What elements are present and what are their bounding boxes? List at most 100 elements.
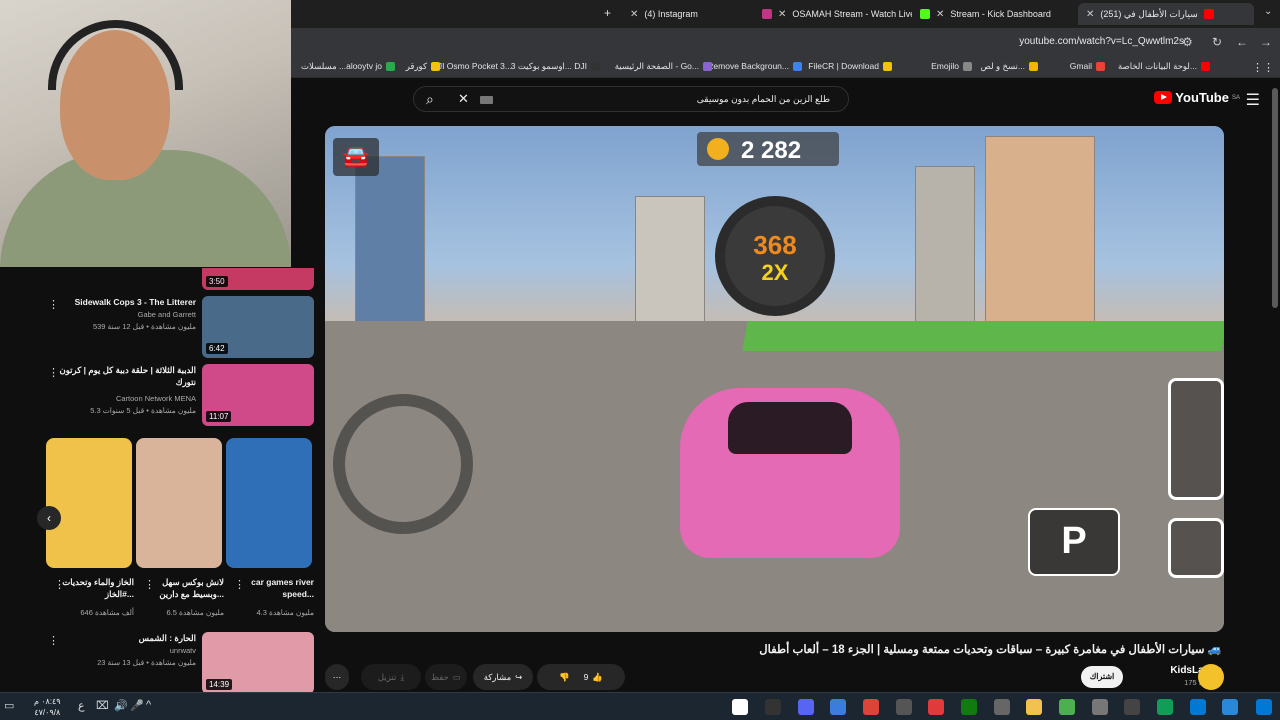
site-settings-icon[interactable]: ⚙ — [1182, 35, 1193, 49]
short-thumbnail[interactable] — [136, 438, 222, 568]
clear-search-icon[interactable]: ✕ — [458, 91, 469, 107]
discord-icon[interactable] — [798, 699, 814, 715]
app-icon[interactable] — [732, 699, 748, 715]
settings-icon[interactable] — [1124, 699, 1140, 715]
app-icon[interactable] — [896, 699, 912, 715]
building — [635, 196, 705, 336]
emoji-icon — [963, 61, 972, 71]
save-button[interactable]: حفظ ▭ — [425, 664, 467, 690]
more-options-icon[interactable]: ⋮ — [234, 578, 245, 591]
close-icon[interactable]: ✕ — [936, 9, 944, 20]
menu-icon[interactable]: ☰ — [1246, 90, 1260, 110]
tab-youtube-active[interactable]: (251) سيارات الأطفال في ✕ — [1078, 3, 1254, 25]
reload-icon[interactable]: ↻ — [1212, 35, 1222, 49]
building — [985, 136, 1095, 336]
new-tab-button[interactable]: + — [604, 6, 611, 20]
bookmark-item[interactable]: Remove Backgroun... — [707, 61, 802, 71]
edge-icon[interactable] — [1157, 699, 1173, 715]
bookmark-item[interactable]: DJI Osmo Pocket 3... — [432, 61, 512, 71]
windows-start-icon[interactable] — [1256, 699, 1272, 715]
app-icon[interactable] — [1222, 699, 1238, 715]
app-icon[interactable] — [1092, 699, 1108, 715]
bookmark-item[interactable]: الصفحة الرئيسية - Go... — [615, 61, 712, 72]
like-icon[interactable]: 👍 — [592, 672, 603, 683]
download-button[interactable]: تنزيل ⤓ — [361, 664, 421, 690]
subscribe-button[interactable]: اشتراك — [1081, 666, 1123, 688]
search-icon[interactable]: ⌕ — [426, 91, 434, 108]
xbox-icon[interactable] — [961, 699, 977, 715]
short-thumbnail[interactable] — [46, 438, 132, 568]
taskbar-clock[interactable]: ٠٨:٤٩ م ٤٧/٠٩/٨ — [34, 696, 61, 718]
video-player[interactable]: 🚘 2 282 368 2X P — [325, 126, 1224, 632]
more-options-icon[interactable]: ⋮ — [48, 298, 59, 311]
app-icon[interactable] — [1190, 699, 1206, 715]
app-icon[interactable] — [765, 699, 781, 715]
more-options-icon[interactable]: ⋮ — [144, 578, 155, 591]
shorts-prev-button[interactable]: ‹ — [37, 506, 61, 530]
scrollbar[interactable] — [1272, 88, 1278, 308]
chevron-down-icon[interactable]: ⌄ — [1264, 6, 1272, 17]
back-icon[interactable]: ← — [1236, 35, 1248, 49]
bookmark-item[interactable]: اوسمو بوكيت 3... DJI — [511, 61, 600, 72]
tab-osamah[interactable]: OSAMAH Stream - Watch Live ✕ — [762, 3, 912, 25]
shorts-shelf: car games river speed... 4.3 مليون مشاهد… — [46, 438, 316, 623]
network-icon[interactable]: ⌧ — [96, 699, 109, 712]
bookmark-item[interactable]: لوحة البيانات الخاصة... — [1118, 61, 1210, 72]
short-thumbnail[interactable] — [226, 438, 312, 568]
bookmark-icon — [431, 62, 440, 71]
tray-expand-icon[interactable]: ^ — [146, 699, 151, 711]
copy-icon — [1029, 62, 1038, 71]
forward-icon[interactable]: → — [1260, 35, 1272, 49]
search-box[interactable]: ⌕ ✕ طلع الزين من الحمام بدون موسيقى — [413, 86, 849, 112]
notification-icon[interactable]: ▭ — [4, 699, 14, 712]
bookmark-item[interactable]: Emojilo — [931, 61, 972, 71]
dji-icon — [591, 62, 600, 71]
steering-wheel-icon — [333, 394, 473, 534]
building — [355, 156, 425, 336]
tab-instagram[interactable]: ✕ (4) Instagram — [630, 3, 760, 25]
bookmark-item[interactable]: كورقر — [406, 61, 440, 72]
volume-icon[interactable]: 🔊 — [114, 699, 128, 712]
language-indicator-icon[interactable]: ع — [78, 699, 85, 712]
bookmark-item[interactable]: نسخ و لص... — [981, 61, 1038, 72]
close-icon[interactable]: ✕ — [1086, 9, 1094, 20]
parking-button: P — [1028, 508, 1120, 576]
youtube-logo[interactable]: YouTube SA — [1154, 90, 1240, 105]
chrome-icon[interactable] — [863, 699, 879, 715]
more-actions-button[interactable]: ⋯ — [325, 664, 349, 690]
app-icon[interactable] — [830, 699, 846, 715]
bookmark-icon: ▭ — [452, 671, 461, 682]
keyboard-icon[interactable] — [480, 96, 493, 104]
app-icon[interactable] — [1059, 699, 1075, 715]
remove-bg-icon — [793, 61, 802, 71]
list-item[interactable]: 11:07 الدببة الثلاثة | حلقة دببة كل يوم … — [0, 364, 320, 428]
more-options-icon[interactable]: ⋮ — [48, 634, 59, 647]
close-icon[interactable]: ✕ — [630, 9, 638, 20]
coin-counter: 2 282 — [697, 132, 839, 166]
channel-avatar[interactable] — [1198, 664, 1224, 690]
app-icon[interactable] — [928, 699, 944, 715]
search-input[interactable]: طلع الزين من الحمام بدون موسيقى — [697, 94, 830, 105]
app-icon[interactable] — [994, 699, 1010, 715]
video-thumbnail[interactable]: 3:50 — [202, 268, 314, 290]
game-grass — [742, 321, 1224, 351]
car-select-icon: 🚘 — [333, 138, 379, 176]
bookmark-item[interactable]: مسلسلات ...alooytv jo — [301, 61, 395, 72]
close-icon[interactable]: ✕ — [778, 9, 786, 20]
list-item[interactable]: 6:42 Sidewalk Cops 3 - The Litterer Gabe… — [0, 296, 320, 360]
list-item[interactable]: 14:39 الحارة : الشمس unrwatv 23 مليون مش… — [0, 632, 320, 696]
bookmark-item[interactable]: FileCR | Download — [808, 61, 892, 71]
more-options-icon[interactable]: ⋮ — [48, 366, 59, 379]
share-button[interactable]: مشاركة ↪ — [473, 664, 533, 690]
bookmark-item[interactable]: Gmail — [1070, 61, 1105, 71]
folder-icon[interactable] — [1026, 699, 1042, 715]
dislike-icon[interactable]: 👎 — [559, 672, 570, 683]
more-options-icon[interactable]: ⋮ — [54, 578, 65, 591]
bookmarks-menu-icon[interactable]: ⋮⋮ — [1252, 61, 1274, 74]
tab-kick-dashboard[interactable]: Stream - Kick Dashboard ✕ — [920, 3, 1070, 25]
coin-icon — [707, 138, 729, 160]
url-field[interactable]: youtube.com/watch?v=Lc_Qwwtlm2s — [1019, 36, 1184, 47]
youtube-play-icon — [1154, 91, 1173, 104]
share-icon: ↪ — [515, 671, 523, 682]
mic-icon[interactable]: 🎤 — [130, 699, 144, 712]
